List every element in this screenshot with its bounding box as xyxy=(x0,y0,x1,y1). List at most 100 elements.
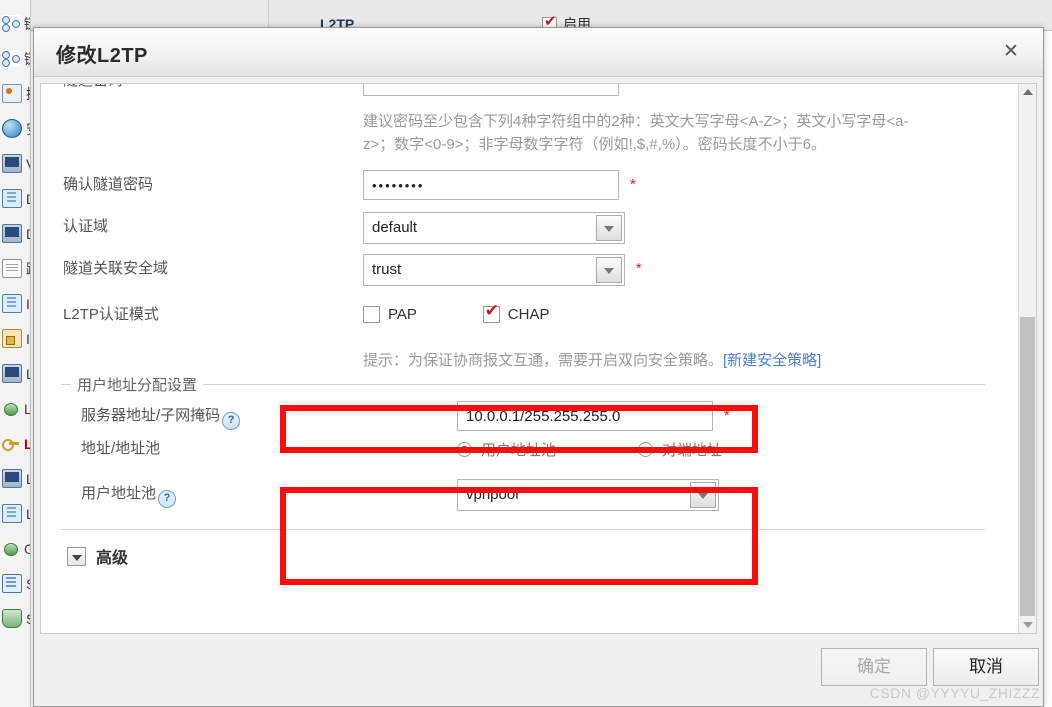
field-address-pool: 用户地址池? vpnpool * xyxy=(61,475,985,513)
help-icon[interactable]: ? xyxy=(222,412,241,430)
chevron-down-icon[interactable] xyxy=(690,482,716,508)
spacer-label xyxy=(63,338,363,347)
address-mode-pool-label: 用户地址池 xyxy=(481,442,557,459)
sidebar-item-label: SAG xyxy=(26,611,30,627)
user-address-allocation-section: 用户地址分配设置 服务器地址/子网掩码? * 地址/地址池 xyxy=(61,374,985,519)
sidebar-item-label: L2TP over IPSec xyxy=(24,436,30,452)
sidebar-item-security-zone[interactable]: 安全域 xyxy=(0,111,30,146)
policy-tip: 提示：为保证协商报文互通，需要开启双向安全策略。[新建安全策略] xyxy=(363,342,1019,372)
confirm-password-input[interactable] xyxy=(363,170,619,200)
watermark: CSDN @YYYYU_ZHIZZZ xyxy=(869,685,1040,701)
required-mark: * xyxy=(729,485,736,502)
sidebar-item-label: IPSec xyxy=(26,330,30,347)
address-mode-pool-radio[interactable]: 用户地址池 xyxy=(457,439,556,460)
password-hint-row: 建议密码至少包含下列4种字符组中的2种：英文大写字母<A-Z>；英文小写字母<a… xyxy=(41,100,1019,156)
interface-icon xyxy=(2,84,22,103)
monitor-icon xyxy=(2,224,22,243)
ok-button[interactable]: 确定 xyxy=(821,648,927,686)
confirm-password-label: 确认隧道密码 xyxy=(63,176,154,193)
sidebar-item-label: L2TP 服务器 xyxy=(26,364,30,384)
auth-mode-label: L2TP认证模式 xyxy=(63,306,159,323)
auth-mode-chap-checkbox[interactable]: CHAP xyxy=(482,302,550,323)
required-mark: * xyxy=(630,84,636,89)
sidebar-item-l2tp-client[interactable]: L2TP 客户端 xyxy=(0,461,30,496)
field-tunnel-security-zone: 隧道关联安全域 trust * xyxy=(41,250,1019,288)
sidebar-item-label: DNS xyxy=(26,191,30,207)
sidebar-item-label: 链路接口 xyxy=(24,14,30,34)
gre-icon xyxy=(2,540,20,557)
field-tunnel-password: 隧道密码 * xyxy=(41,84,1019,100)
network-link-icon xyxy=(2,50,20,67)
address-mode-peer-radio[interactable]: 对端地址 xyxy=(637,439,722,460)
sidebar-item-ssl-vpn[interactable]: SSL VPN xyxy=(0,566,30,601)
sidebar-item-interface[interactable]: 接口 xyxy=(0,76,30,111)
sidebar-item-l2tp-tunnel[interactable]: L2TP 隧道 xyxy=(0,496,30,531)
cancel-button[interactable]: 取消 xyxy=(933,648,1039,686)
sidebar-item-l2tp-over-ipsec[interactable]: L2TP over IPSec xyxy=(0,426,30,461)
close-icon[interactable]: ✕ xyxy=(999,40,1023,64)
sidebar-item-sag[interactable]: SAG xyxy=(0,601,30,636)
vertical-scrollbar[interactable] xyxy=(1018,84,1036,633)
tunnel-password-input[interactable] xyxy=(363,84,619,96)
monitor-icon xyxy=(2,364,22,383)
auth-mode-chap-label: CHAP xyxy=(507,305,550,323)
monitor-icon xyxy=(2,469,22,488)
dialog-body: 隧道密码 * 建议密码至少包含下列4种字符组中的2种：英文大写字母<A-Z>；英… xyxy=(40,83,1037,634)
sidebar-item-label: GRE xyxy=(24,541,30,557)
sidebar-item-dhcp[interactable]: DHCP xyxy=(0,216,30,251)
chevron-down-icon[interactable] xyxy=(67,546,86,566)
sidebar-item-label: 路由 xyxy=(26,259,30,279)
scrollbar-thumb[interactable] xyxy=(1020,317,1035,632)
sidebar-item-gre[interactable]: GRE xyxy=(0,531,30,566)
auth-mode-pap-checkbox[interactable]: PAP xyxy=(363,305,417,323)
sidebar-item-ipsec[interactable]: IPSec xyxy=(0,321,30,356)
sidebar-item-l2tp[interactable]: L2TP xyxy=(0,391,30,426)
page-title: 修改L2TP xyxy=(56,45,148,67)
sidebar-item-ipv6[interactable]: IPv6 xyxy=(0,286,30,321)
sidebar-item-link-aggregation[interactable]: 链路聚合 xyxy=(0,41,30,76)
address-pool-value: vpnpool xyxy=(466,486,519,503)
gre-icon xyxy=(2,400,20,417)
auth-domain-select[interactable]: default xyxy=(363,212,625,244)
tunnel-security-zone-value: trust xyxy=(372,261,402,278)
network-link-icon xyxy=(2,15,20,32)
scroll-down-icon[interactable] xyxy=(1019,616,1036,633)
dns-icon xyxy=(2,504,22,523)
sidebar-item-dns[interactable]: DNS xyxy=(0,181,30,216)
tunnel-password-label: 隧道密码 xyxy=(63,84,363,91)
screen-root: L2TP 启用 链路接口 链路聚合 接口 xyxy=(0,0,1052,707)
spacer-label xyxy=(63,100,363,109)
sidebar-item-route[interactable]: 路由 xyxy=(0,251,30,286)
chevron-down-icon[interactable] xyxy=(596,215,622,241)
sidebar-item-link-interface[interactable]: 链路接口 xyxy=(0,6,30,41)
sidebar-item-label: L2TP xyxy=(24,401,30,417)
edit-l2tp-dialog: 修改L2TP ✕ 隧道密码 * xyxy=(33,27,1044,707)
sidebar-list: 链路接口 链路聚合 接口 安全域 VXLAN xyxy=(0,0,30,636)
sidebar-item-vxlan[interactable]: VXLAN xyxy=(0,146,30,181)
advanced-toggle[interactable]: 高级 xyxy=(41,530,1019,568)
create-security-policy-link[interactable]: [新建安全策略] xyxy=(723,352,821,369)
scroll-up-icon[interactable] xyxy=(1019,84,1036,101)
required-mark: * xyxy=(635,260,642,277)
server-address-input[interactable] xyxy=(457,401,713,431)
sidebar[interactable]: 链路接口 链路聚合 接口 安全域 VXLAN xyxy=(0,0,31,707)
sidebar-item-l2tp-server[interactable]: L2TP 服务器 xyxy=(0,356,30,391)
radio-selected-icon xyxy=(457,442,472,457)
tunnel-security-zone-select[interactable]: trust xyxy=(363,254,625,286)
sidebar-item-label: 接口 xyxy=(26,84,30,104)
chevron-down-icon[interactable] xyxy=(596,257,622,283)
radio-icon xyxy=(637,442,653,457)
sidebar-item-label: L2TP 客户端 xyxy=(26,469,30,489)
sidebar-item-label: VXLAN xyxy=(26,156,30,172)
shield-icon xyxy=(2,609,22,628)
address-pool-select[interactable]: vpnpool xyxy=(457,479,719,511)
address-mode-label: 地址/地址池 xyxy=(81,440,161,457)
monitor-icon xyxy=(2,154,22,173)
ssl-icon xyxy=(2,574,22,593)
dialog-title-bar: 修改L2TP ✕ xyxy=(34,28,1043,77)
field-server-address: 服务器地址/子网掩码? * xyxy=(61,397,985,435)
checkbox-icon xyxy=(363,305,380,323)
help-icon[interactable]: ? xyxy=(158,490,177,508)
dns-icon xyxy=(2,189,22,208)
field-address-mode: 地址/地址池 用户地址池 对端地址 xyxy=(61,435,985,465)
